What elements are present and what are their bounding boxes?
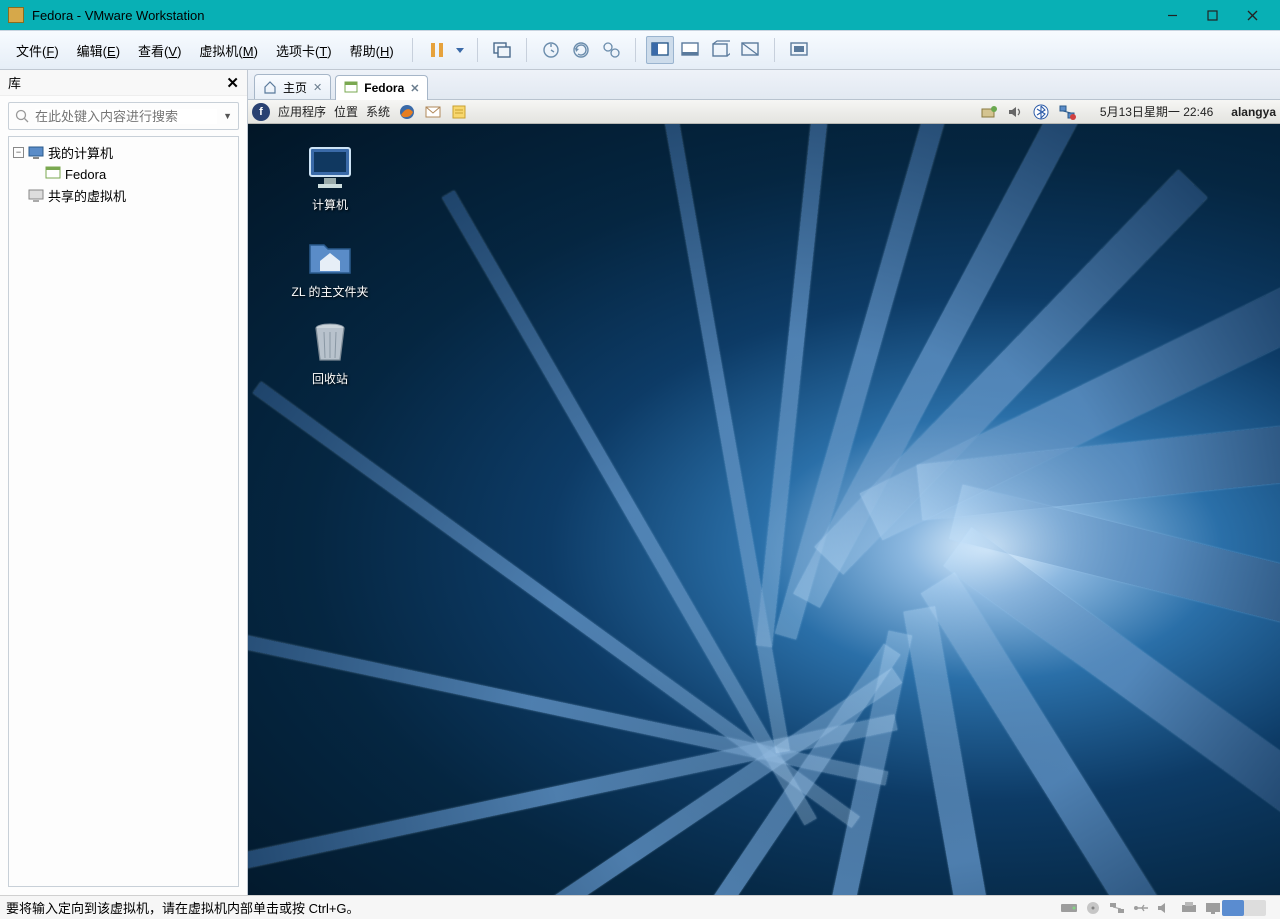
update-icon[interactable] [980, 103, 998, 121]
sound-icon[interactable] [1156, 901, 1174, 915]
statusbar: 要将输入定向到该虚拟机，请在虚拟机内部单击或按 Ctrl+G。 [0, 895, 1280, 919]
toolbar-separator [774, 38, 775, 62]
network-icon[interactable] [1108, 901, 1126, 915]
shared-icon [28, 188, 44, 204]
sidebar: 库 ✕ ▼ − 我的计算机 Fedora 共享的虚拟机 [0, 70, 248, 895]
network-icon[interactable] [1058, 103, 1076, 121]
menu-applications[interactable]: 应用程序 [278, 103, 326, 120]
desktop-icon-area: 计算机 ZL 的主文件夹 回收站 [280, 144, 380, 387]
tab-close-icon[interactable]: ✕ [313, 81, 322, 94]
vm-icon [344, 81, 358, 95]
status-hint: 要将输入定向到该虚拟机，请在虚拟机内部单击或按 Ctrl+G。 [6, 898, 360, 917]
unity-button[interactable] [706, 36, 734, 64]
desktop-icon-trash[interactable]: 回收站 [280, 318, 380, 387]
cd-icon[interactable] [1084, 901, 1102, 915]
collapse-icon[interactable]: − [13, 147, 24, 158]
power-dropdown[interactable] [453, 46, 467, 54]
sidebar-close-button[interactable]: ✕ [226, 74, 239, 92]
tree-shared-vms[interactable]: 共享的虚拟机 [13, 184, 234, 207]
close-button[interactable] [1232, 1, 1272, 29]
view-summary-button[interactable] [676, 36, 704, 64]
search-box: ▼ [8, 102, 239, 130]
tree-label: Fedora [65, 167, 106, 182]
zoom-slider[interactable] [1222, 900, 1266, 916]
notes-icon[interactable] [450, 103, 468, 121]
stretch-button[interactable] [785, 36, 813, 64]
desktop-icon-home[interactable]: ZL 的主文件夹 [280, 231, 380, 300]
icon-label: ZL 的主文件夹 [292, 283, 369, 300]
menu-help[interactable]: 帮助(H) [342, 37, 402, 64]
minimize-button[interactable] [1152, 1, 1192, 29]
panel-clock[interactable]: 5月13日星期一 22:46 [1100, 103, 1213, 120]
menu-view[interactable]: 查看(V) [130, 37, 189, 64]
tree-label: 我的计算机 [48, 143, 113, 162]
toolbar-separator [477, 38, 478, 62]
hdd-icon[interactable] [1060, 901, 1078, 915]
tab-home[interactable]: 主页 ✕ [254, 74, 331, 99]
menu-system[interactable]: 系统 [366, 103, 390, 120]
tree-vm-fedora[interactable]: Fedora [13, 164, 234, 184]
app-icon [8, 7, 24, 23]
menu-tabs[interactable]: 选项卡(T) [268, 37, 340, 64]
titlebar: Fedora - VMware Workstation [0, 0, 1280, 30]
fedora-logo-icon[interactable]: f [252, 103, 270, 121]
tree-my-computer[interactable]: − 我的计算机 [13, 141, 234, 164]
search-dropdown[interactable]: ▼ [223, 111, 232, 121]
icon-label: 计算机 [312, 196, 348, 213]
fedora-desktop[interactable]: 计算机 ZL 的主文件夹 回收站 [248, 124, 1280, 895]
menu-file[interactable]: 文件(F) [8, 37, 67, 64]
toolbar-separator [635, 38, 636, 62]
home-icon [263, 80, 277, 94]
computer-icon [28, 145, 44, 161]
firefox-icon[interactable] [398, 103, 416, 121]
snapshot-button[interactable] [488, 36, 516, 64]
window-title: Fedora - VMware Workstation [32, 8, 204, 23]
library-tree: − 我的计算机 Fedora 共享的虚拟机 [8, 136, 239, 887]
fedora-top-panel: f 应用程序 位置 系统 5月13日星期一 22:46 alangya [248, 100, 1280, 124]
snapshot-revert-button[interactable] [567, 36, 595, 64]
search-input[interactable] [35, 109, 217, 124]
tab-fedora[interactable]: Fedora ✕ [335, 75, 428, 100]
tab-label: 主页 [283, 79, 307, 96]
panel-user[interactable]: alangya [1231, 105, 1276, 119]
view-console-button[interactable] [646, 36, 674, 64]
toolbar-separator [412, 38, 413, 62]
tabs-row: 主页 ✕ Fedora ✕ [248, 70, 1280, 100]
icon-label: 回收站 [312, 370, 348, 387]
folder-home-icon [306, 231, 354, 279]
vm-icon [45, 166, 61, 182]
snapshot-take-button[interactable] [537, 36, 565, 64]
usb-icon[interactable] [1132, 901, 1150, 915]
tab-label: Fedora [364, 81, 404, 95]
volume-icon[interactable] [1006, 103, 1024, 121]
mail-icon[interactable] [424, 103, 442, 121]
tab-close-icon[interactable]: ✕ [410, 82, 419, 95]
bluetooth-icon[interactable] [1032, 103, 1050, 121]
maximize-button[interactable] [1192, 1, 1232, 29]
monitor-icon [306, 144, 354, 192]
sidebar-title: 库 [8, 73, 21, 92]
menu-vm[interactable]: 虚拟机(M) [191, 37, 266, 64]
desktop-icon-computer[interactable]: 计算机 [280, 144, 380, 213]
search-icon [15, 109, 29, 123]
toolbar-separator [526, 38, 527, 62]
pause-button[interactable] [423, 36, 451, 64]
guest-view[interactable]: f 应用程序 位置 系统 5月13日星期一 22:46 alangya [248, 100, 1280, 895]
menu-edit[interactable]: 编辑(E) [69, 37, 128, 64]
tree-label: 共享的虚拟机 [48, 186, 126, 205]
trash-icon [306, 318, 354, 366]
printer-icon[interactable] [1180, 901, 1198, 915]
menubar: 文件(F) 编辑(E) 查看(V) 虚拟机(M) 选项卡(T) 帮助(H) [0, 30, 1280, 70]
fullscreen-button[interactable] [736, 36, 764, 64]
snapshot-manager-button[interactable] [597, 36, 625, 64]
status-device-icons [1060, 901, 1222, 915]
display-icon[interactable] [1204, 901, 1222, 915]
menu-places[interactable]: 位置 [334, 103, 358, 120]
